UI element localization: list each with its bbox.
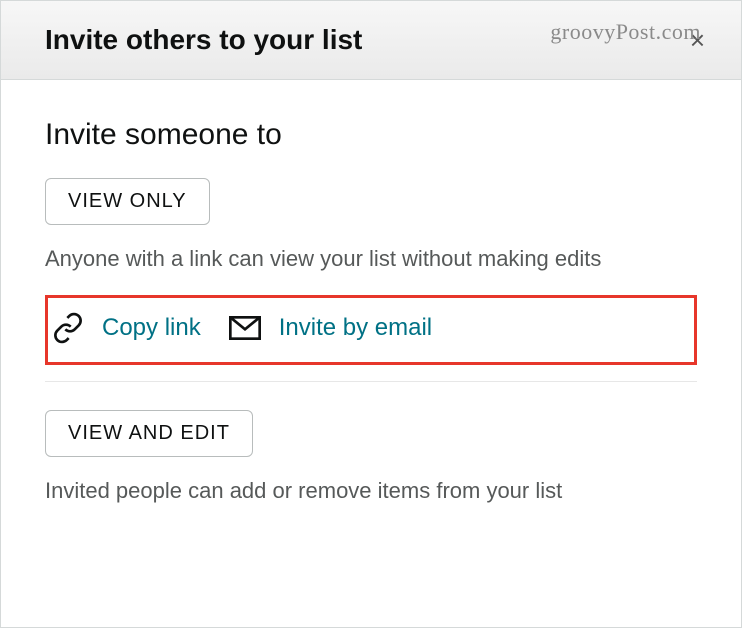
copy-link-action[interactable]: Copy link: [52, 312, 201, 344]
dialog-content: Invite someone to VIEW ONLY Anyone with …: [1, 80, 741, 557]
share-actions-row: Copy link Invite by email: [45, 295, 697, 365]
view-only-button[interactable]: VIEW ONLY: [45, 178, 210, 225]
invite-email-label: Invite by email: [279, 314, 432, 342]
watermark-text: groovyPost.com: [550, 19, 701, 45]
section-title: Invite someone to: [45, 118, 697, 152]
view-edit-section: VIEW AND EDIT Invited people can add or …: [45, 410, 697, 507]
email-icon: [229, 316, 261, 340]
link-icon: [52, 312, 84, 344]
section-divider: [45, 381, 697, 382]
dialog-title: Invite others to your list: [45, 24, 362, 56]
view-and-edit-button[interactable]: VIEW AND EDIT: [45, 410, 253, 457]
dialog-header: Invite others to your list groovyPost.co…: [1, 1, 741, 80]
copy-link-label: Copy link: [102, 314, 201, 342]
view-only-description: Anyone with a link can view your list wi…: [45, 243, 697, 275]
view-edit-description: Invited people can add or remove items f…: [45, 475, 697, 507]
invite-email-action[interactable]: Invite by email: [229, 314, 432, 342]
